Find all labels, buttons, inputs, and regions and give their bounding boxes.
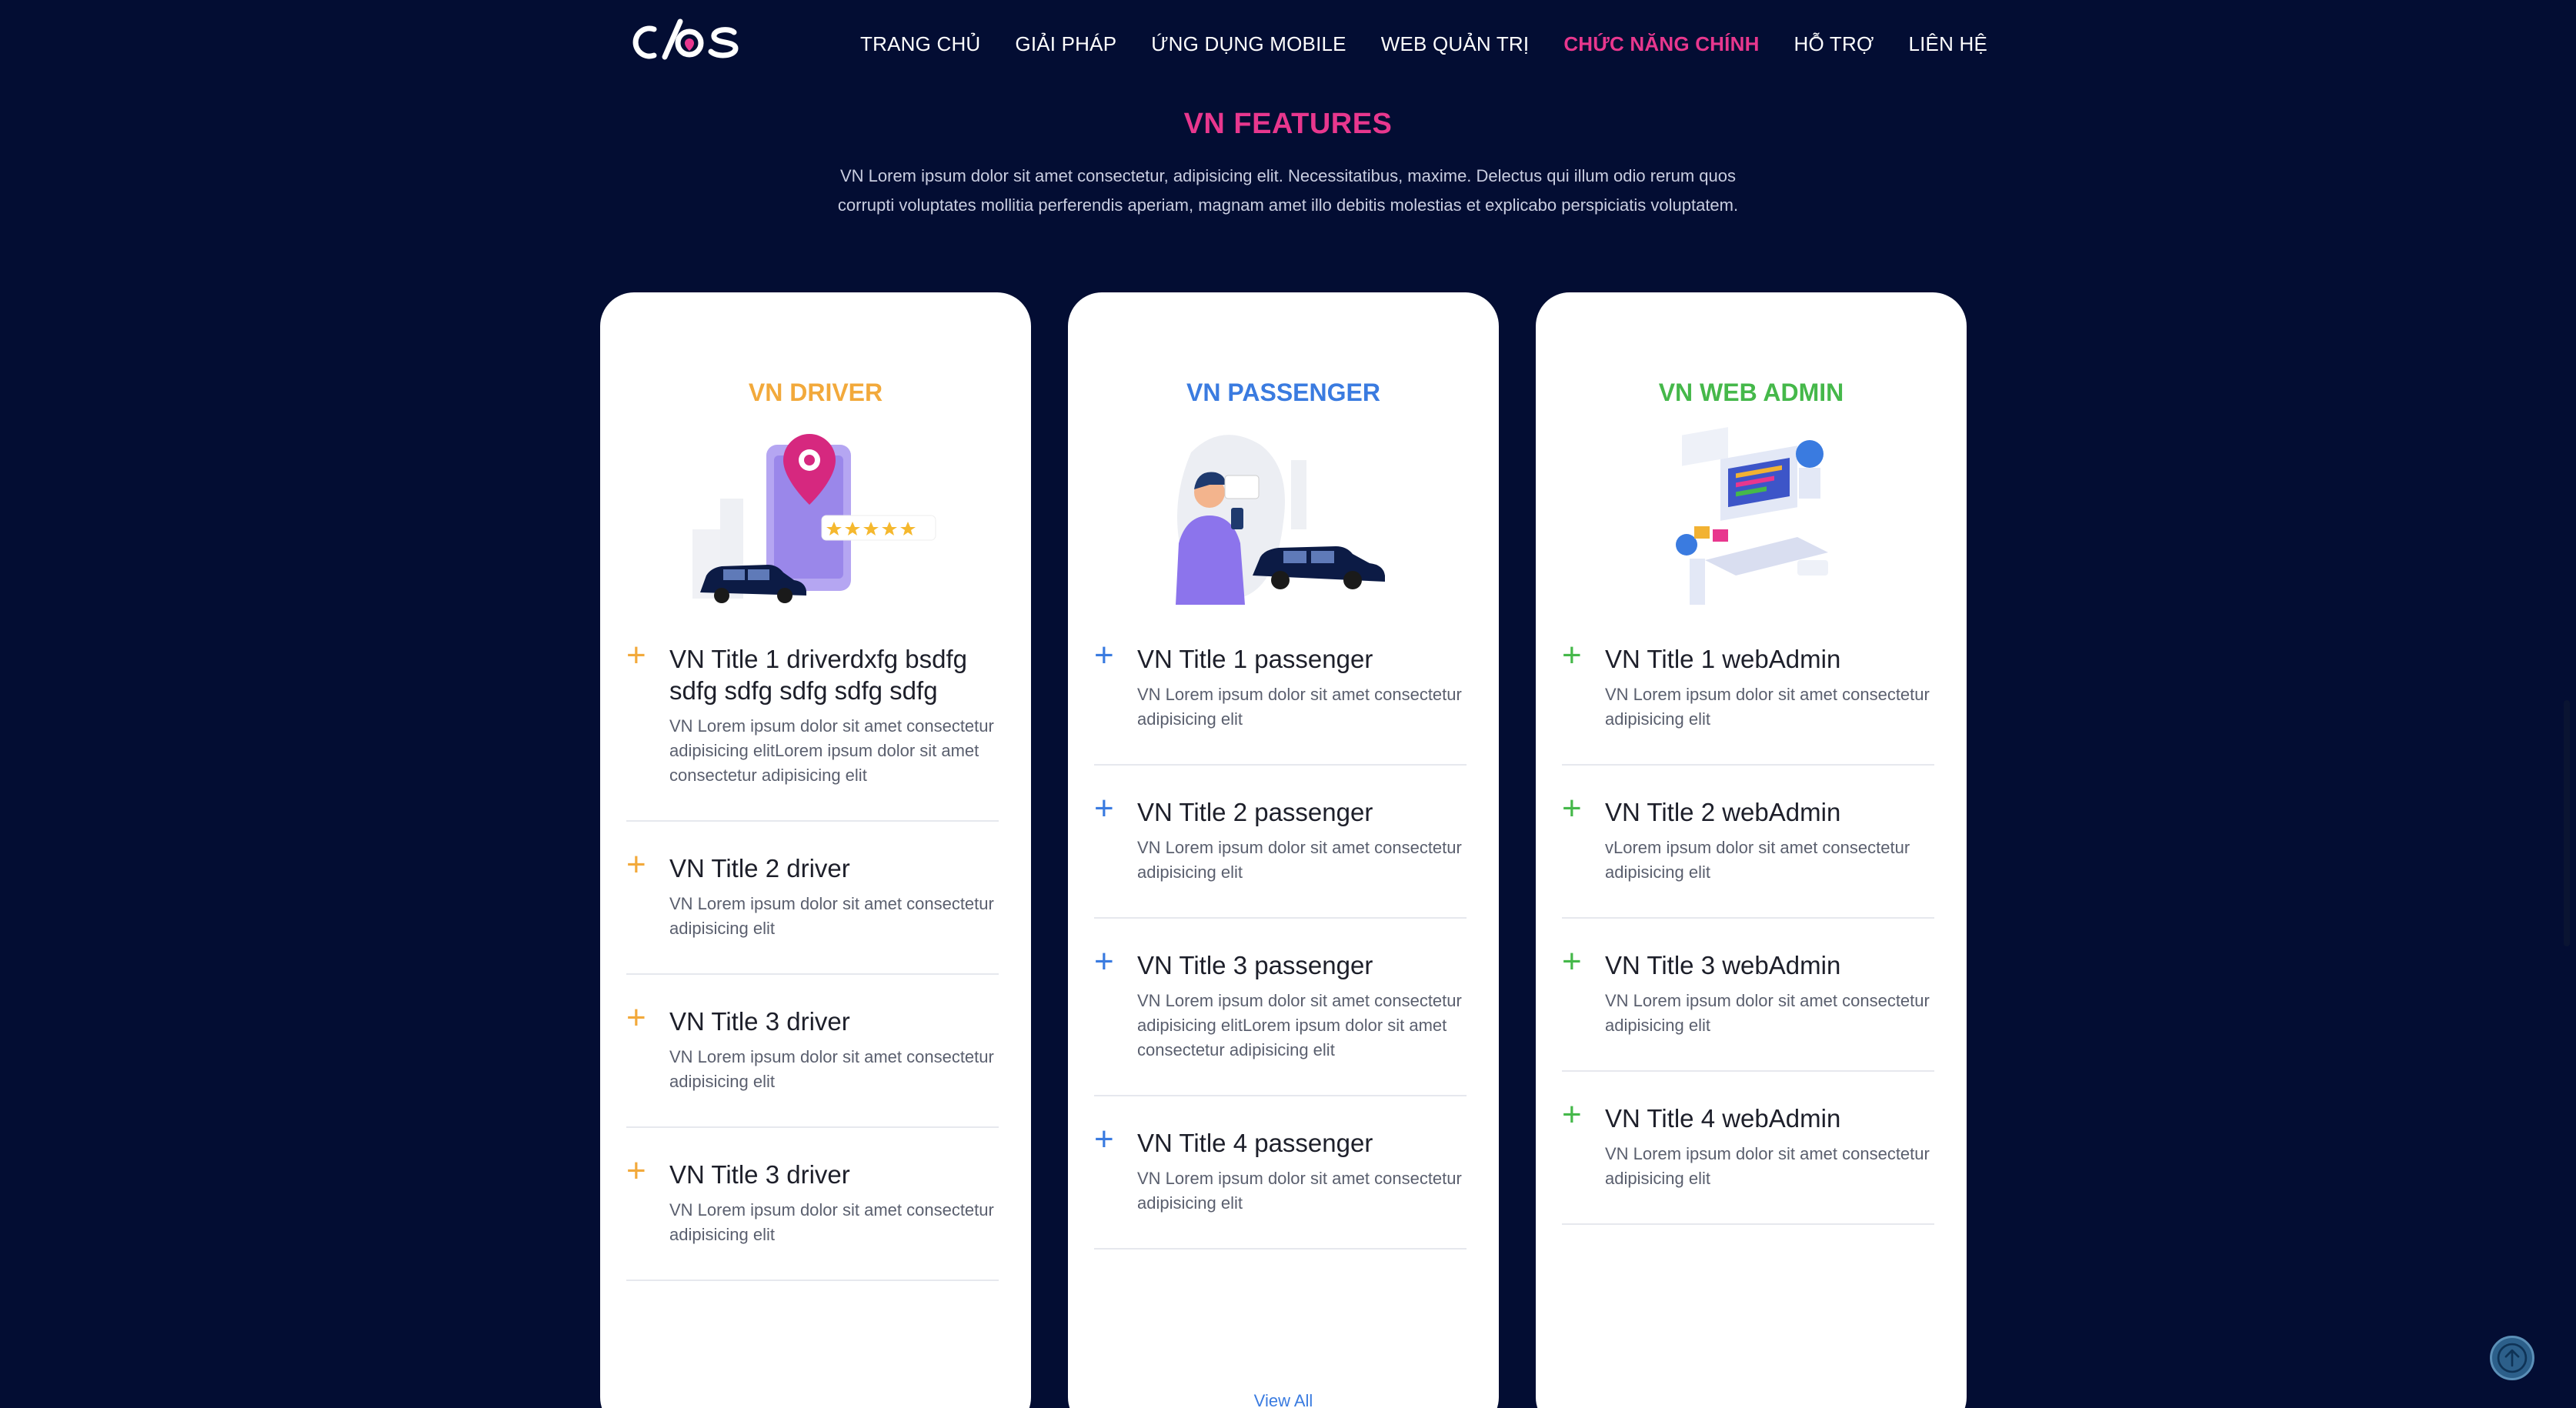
- plus-icon[interactable]: +: [626, 848, 646, 882]
- feature-item[interactable]: + VN Title 4 webAdmin VN Lorem ipsum dol…: [1562, 1098, 1934, 1225]
- brand-logo[interactable]: [631, 17, 746, 68]
- feature-item-title: VN Title 4 passenger: [1137, 1129, 1373, 1157]
- view-all-link[interactable]: View All: [1068, 1391, 1499, 1408]
- feature-item-description: VN Lorem ipsum dolor sit amet consectetu…: [669, 1047, 994, 1091]
- feature-item-title: VN Title 2 passenger: [1137, 798, 1373, 826]
- plus-icon[interactable]: +: [626, 1154, 646, 1188]
- feature-item-description: VN Lorem ipsum dolor sit amet consectetu…: [1137, 991, 1462, 1059]
- web-admin-illustration-icon: [1676, 427, 1828, 605]
- plus-icon[interactable]: +: [1094, 1123, 1114, 1156]
- scroll-to-top-button[interactable]: [2490, 1336, 2534, 1380]
- section-title: VN FEATURES: [1183, 108, 1393, 140]
- feature-item[interactable]: + VN Title 3 driver VN Lorem ipsum dolor…: [626, 1154, 999, 1281]
- feature-item[interactable]: + VN Title 1 driverdxfg bsdfg sdfg sdfg …: [626, 639, 999, 822]
- feature-item-title: VN Title 3 webAdmin: [1605, 951, 1841, 979]
- menu-item-solutions[interactable]: GIẢI PHÁP: [1015, 29, 1116, 58]
- card-title: VN PASSENGER: [1186, 379, 1380, 406]
- plus-icon[interactable]: +: [1094, 639, 1114, 672]
- feature-item-title: VN Title 3 driver: [669, 1007, 850, 1036]
- card-title: VN DRIVER: [748, 379, 883, 406]
- feature-item-title: VN Title 3 driver: [669, 1160, 850, 1189]
- feature-item[interactable]: + VN Title 2 webAdmin vLorem ipsum dolor…: [1562, 792, 1934, 919]
- menu-item-web-admin[interactable]: WEB QUẢN TRỊ: [1381, 29, 1530, 58]
- feature-item-description: VN Lorem ipsum dolor sit amet consectetu…: [1137, 1169, 1462, 1213]
- feature-card-web-admin: VN WEB ADMIN + VN Title 1 webAdmin VN Lo…: [1536, 292, 1967, 1408]
- feature-item[interactable]: + VN Title 1 passenger VN Lorem ipsum do…: [1094, 639, 1467, 766]
- feature-card-passenger: VN PASSENGER + VN Title 1 passenger VN L…: [1068, 292, 1499, 1408]
- feature-item-description: VN Lorem ipsum dolor sit amet consectetu…: [1605, 685, 1930, 729]
- plus-icon[interactable]: +: [1094, 945, 1114, 979]
- feature-item[interactable]: + VN Title 2 driver VN Lorem ipsum dolor…: [626, 848, 999, 975]
- feature-card-driver: VN DRIVER + VN Title 1 driverdxfg bsdfg …: [600, 292, 1031, 1408]
- feature-list: + VN Title 1 driverdxfg bsdfg sdfg sdfg …: [626, 639, 999, 1312]
- feature-list: + VN Title 1 passenger VN Lorem ipsum do…: [1094, 639, 1467, 1280]
- feature-item[interactable]: + VN Title 1 webAdmin VN Lorem ipsum dol…: [1562, 639, 1934, 766]
- feature-item-description: VN Lorem ipsum dolor sit amet consectetu…: [669, 1200, 994, 1244]
- plus-icon[interactable]: +: [1562, 792, 1582, 826]
- feature-item[interactable]: + VN Title 3 passenger VN Lorem ipsum do…: [1094, 945, 1467, 1096]
- plus-icon[interactable]: +: [626, 639, 646, 672]
- page-scrollbar[interactable]: [2564, 700, 2570, 946]
- plus-icon[interactable]: +: [1094, 792, 1114, 826]
- feature-item-title: VN Title 2 driver: [669, 854, 850, 883]
- feature-item-description: VN Lorem ipsum dolor sit amet consectetu…: [669, 716, 994, 785]
- page: TRANG CHỦ GIẢI PHÁP ỨNG DỤNG MOBILE WEB …: [0, 0, 2576, 1408]
- feature-item-description: VN Lorem ipsum dolor sit amet consectetu…: [1137, 685, 1462, 729]
- feature-item[interactable]: + VN Title 3 driver VN Lorem ipsum dolor…: [626, 1001, 999, 1128]
- top-navbar: TRANG CHỦ GIẢI PHÁP ỨNG DỤNG MOBILE WEB …: [0, 0, 2576, 89]
- feature-item-title: VN Title 1 passenger: [1137, 645, 1373, 673]
- card-title: VN WEB ADMIN: [1658, 379, 1844, 406]
- feature-item[interactable]: + VN Title 2 passenger VN Lorem ipsum do…: [1094, 792, 1467, 919]
- menu-item-main-features[interactable]: CHỨC NĂNG CHÍNH: [1563, 29, 1759, 58]
- feature-item-description: VN Lorem ipsum dolor sit amet consectetu…: [1605, 1144, 1930, 1188]
- driver-illustration-icon: [692, 434, 936, 603]
- feature-item-title: VN Title 1 driverdxfg bsdfg sdfg sdfg sd…: [669, 645, 968, 705]
- plus-icon[interactable]: +: [1562, 1098, 1582, 1132]
- feature-item-description: vLorem ipsum dolor sit amet consectetur …: [1605, 838, 1910, 882]
- feature-item-title: VN Title 1 webAdmin: [1605, 645, 1841, 673]
- feature-item[interactable]: + VN Title 4 passenger VN Lorem ipsum do…: [1094, 1123, 1467, 1250]
- feature-item-description: VN Lorem ipsum dolor sit amet consectetu…: [1605, 991, 1930, 1035]
- feature-item-title: VN Title 3 passenger: [1137, 951, 1373, 979]
- passenger-illustration-icon: [1176, 435, 1385, 605]
- feature-item[interactable]: + VN Title 3 webAdmin VN Lorem ipsum dol…: [1562, 945, 1934, 1072]
- feature-item-description: VN Lorem ipsum dolor sit amet consectetu…: [669, 894, 994, 938]
- menu-item-support[interactable]: HỖ TRỢ: [1794, 29, 1874, 58]
- main-menu: TRANG CHỦ GIẢI PHÁP ỨNG DỤNG MOBILE WEB …: [826, 29, 1987, 58]
- feature-item-title: VN Title 2 webAdmin: [1605, 798, 1841, 826]
- feature-list: + VN Title 1 webAdmin VN Lorem ipsum dol…: [1562, 639, 1934, 1256]
- menu-item-contact[interactable]: LIÊN HỆ: [1908, 29, 1987, 58]
- menu-item-home[interactable]: TRANG CHỦ: [860, 29, 980, 58]
- section-description: VN Lorem ipsum dolor sit amet consectetu…: [837, 166, 1739, 215]
- feature-item-description: VN Lorem ipsum dolor sit amet consectetu…: [1137, 838, 1462, 882]
- plus-icon[interactable]: +: [1562, 639, 1582, 672]
- plus-icon[interactable]: +: [1562, 945, 1582, 979]
- plus-icon[interactable]: +: [626, 1001, 646, 1035]
- feature-item-title: VN Title 4 webAdmin: [1605, 1104, 1841, 1133]
- menu-item-mobile-app[interactable]: ỨNG DỤNG MOBILE: [1151, 29, 1346, 58]
